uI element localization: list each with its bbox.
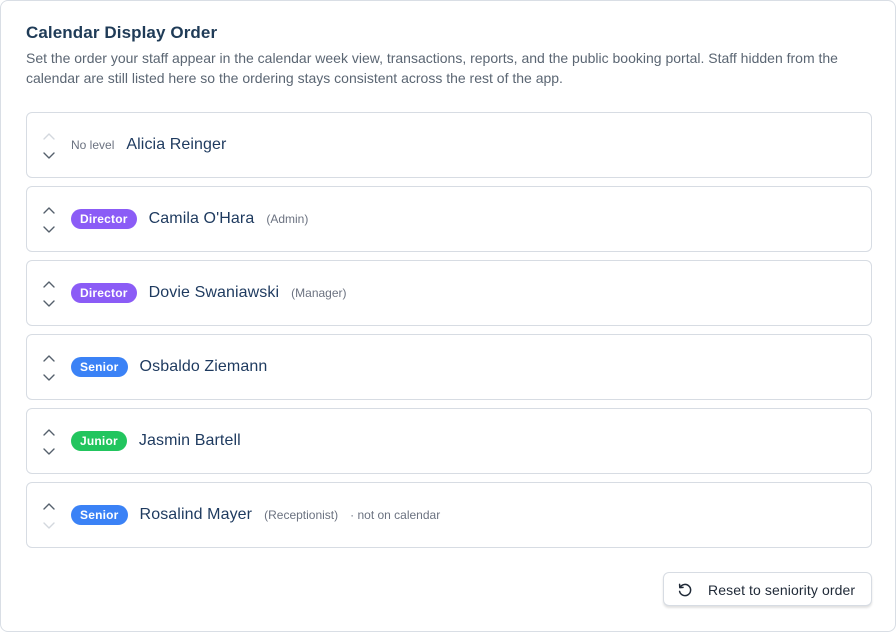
staff-name: Dovie Swaniawski	[148, 284, 280, 301]
reset-button-label: Reset to seniority order	[708, 582, 856, 598]
chevron-up-icon	[43, 355, 55, 362]
reorder-controls	[41, 499, 57, 533]
staff-role: (Receptionist)	[264, 508, 339, 522]
chevron-down-icon	[43, 448, 55, 455]
staff-name: Osbaldo Ziemann	[139, 358, 268, 375]
move-up-button[interactable]	[41, 203, 57, 217]
level-badge: Senior	[71, 505, 128, 525]
calendar-display-order-panel: Calendar Display Order Set the order you…	[0, 0, 896, 632]
chevron-down-icon	[43, 522, 55, 529]
reorder-controls	[41, 129, 57, 163]
reorder-controls	[41, 277, 57, 311]
level-badge: Junior	[71, 431, 127, 451]
chevron-up-icon	[43, 281, 55, 288]
staff-name: Rosalind Mayer	[139, 506, 253, 523]
no-level-label: No level	[71, 138, 115, 152]
move-up-button	[41, 129, 57, 143]
reorder-controls	[41, 203, 57, 237]
level-badge: Director	[71, 209, 137, 229]
level-badge: Senior	[71, 357, 128, 377]
staff-row[interactable]: Junior Jasmin Bartell	[26, 408, 872, 474]
chevron-down-icon	[43, 226, 55, 233]
move-down-button[interactable]	[41, 445, 57, 459]
staff-row[interactable]: Director Camila O'Hara (Admin)	[26, 186, 872, 252]
move-down-button[interactable]	[41, 297, 57, 311]
chevron-up-icon	[43, 133, 55, 140]
move-up-button[interactable]	[41, 499, 57, 513]
staff-row-content: Senior Rosalind Mayer (Receptionist) · not …	[71, 483, 440, 547]
chevron-down-icon	[43, 300, 55, 307]
move-up-button[interactable]	[41, 351, 57, 365]
staff-row-content: Junior Jasmin Bartell	[71, 409, 241, 473]
staff-role: (Admin)	[266, 212, 309, 226]
staff-name: Jasmin Bartell	[138, 432, 241, 449]
move-up-button[interactable]	[41, 425, 57, 439]
chevron-up-icon	[43, 429, 55, 436]
page-description: Set the order your staff appear in the c…	[26, 50, 838, 86]
calendar-visibility-note: · not on calendar	[350, 508, 441, 522]
staff-row[interactable]: Senior Rosalind Mayer (Receptionist) · not …	[26, 482, 872, 548]
staff-row-content: Director Dovie Swaniawski (Manager)	[71, 261, 347, 325]
staff-name: Alicia Reinger	[126, 136, 227, 153]
reorder-controls	[41, 425, 57, 459]
staff-row[interactable]: Senior Osbaldo Ziemann	[26, 334, 872, 400]
staff-name: Camila O'Hara	[148, 210, 255, 227]
chevron-down-icon	[43, 374, 55, 381]
staff-role: (Manager)	[291, 286, 347, 300]
move-down-button[interactable]	[41, 223, 57, 237]
level-badge: Director	[71, 283, 137, 303]
reset-to-seniority-button[interactable]: Reset to seniority order	[663, 572, 872, 606]
chevron-up-icon	[43, 207, 55, 214]
rotate-ccw-icon	[678, 583, 692, 597]
move-down-button[interactable]	[41, 371, 57, 385]
move-down-button	[41, 519, 57, 533]
move-up-button[interactable]	[41, 277, 57, 291]
staff-row-content: Senior Osbaldo Ziemann	[71, 335, 267, 399]
reorder-controls	[41, 351, 57, 385]
staff-row-content: Director Camila O'Hara (Admin)	[71, 187, 308, 251]
page-title: Calendar Display Order	[26, 23, 218, 42]
chevron-up-icon	[43, 503, 55, 510]
staff-row[interactable]: No level Alicia Reinger	[26, 112, 872, 178]
chevron-down-icon	[43, 152, 55, 159]
staff-row-content: No level Alicia Reinger	[71, 113, 226, 177]
staff-row[interactable]: Director Dovie Swaniawski (Manager)	[26, 260, 872, 326]
move-down-button[interactable]	[41, 149, 57, 163]
